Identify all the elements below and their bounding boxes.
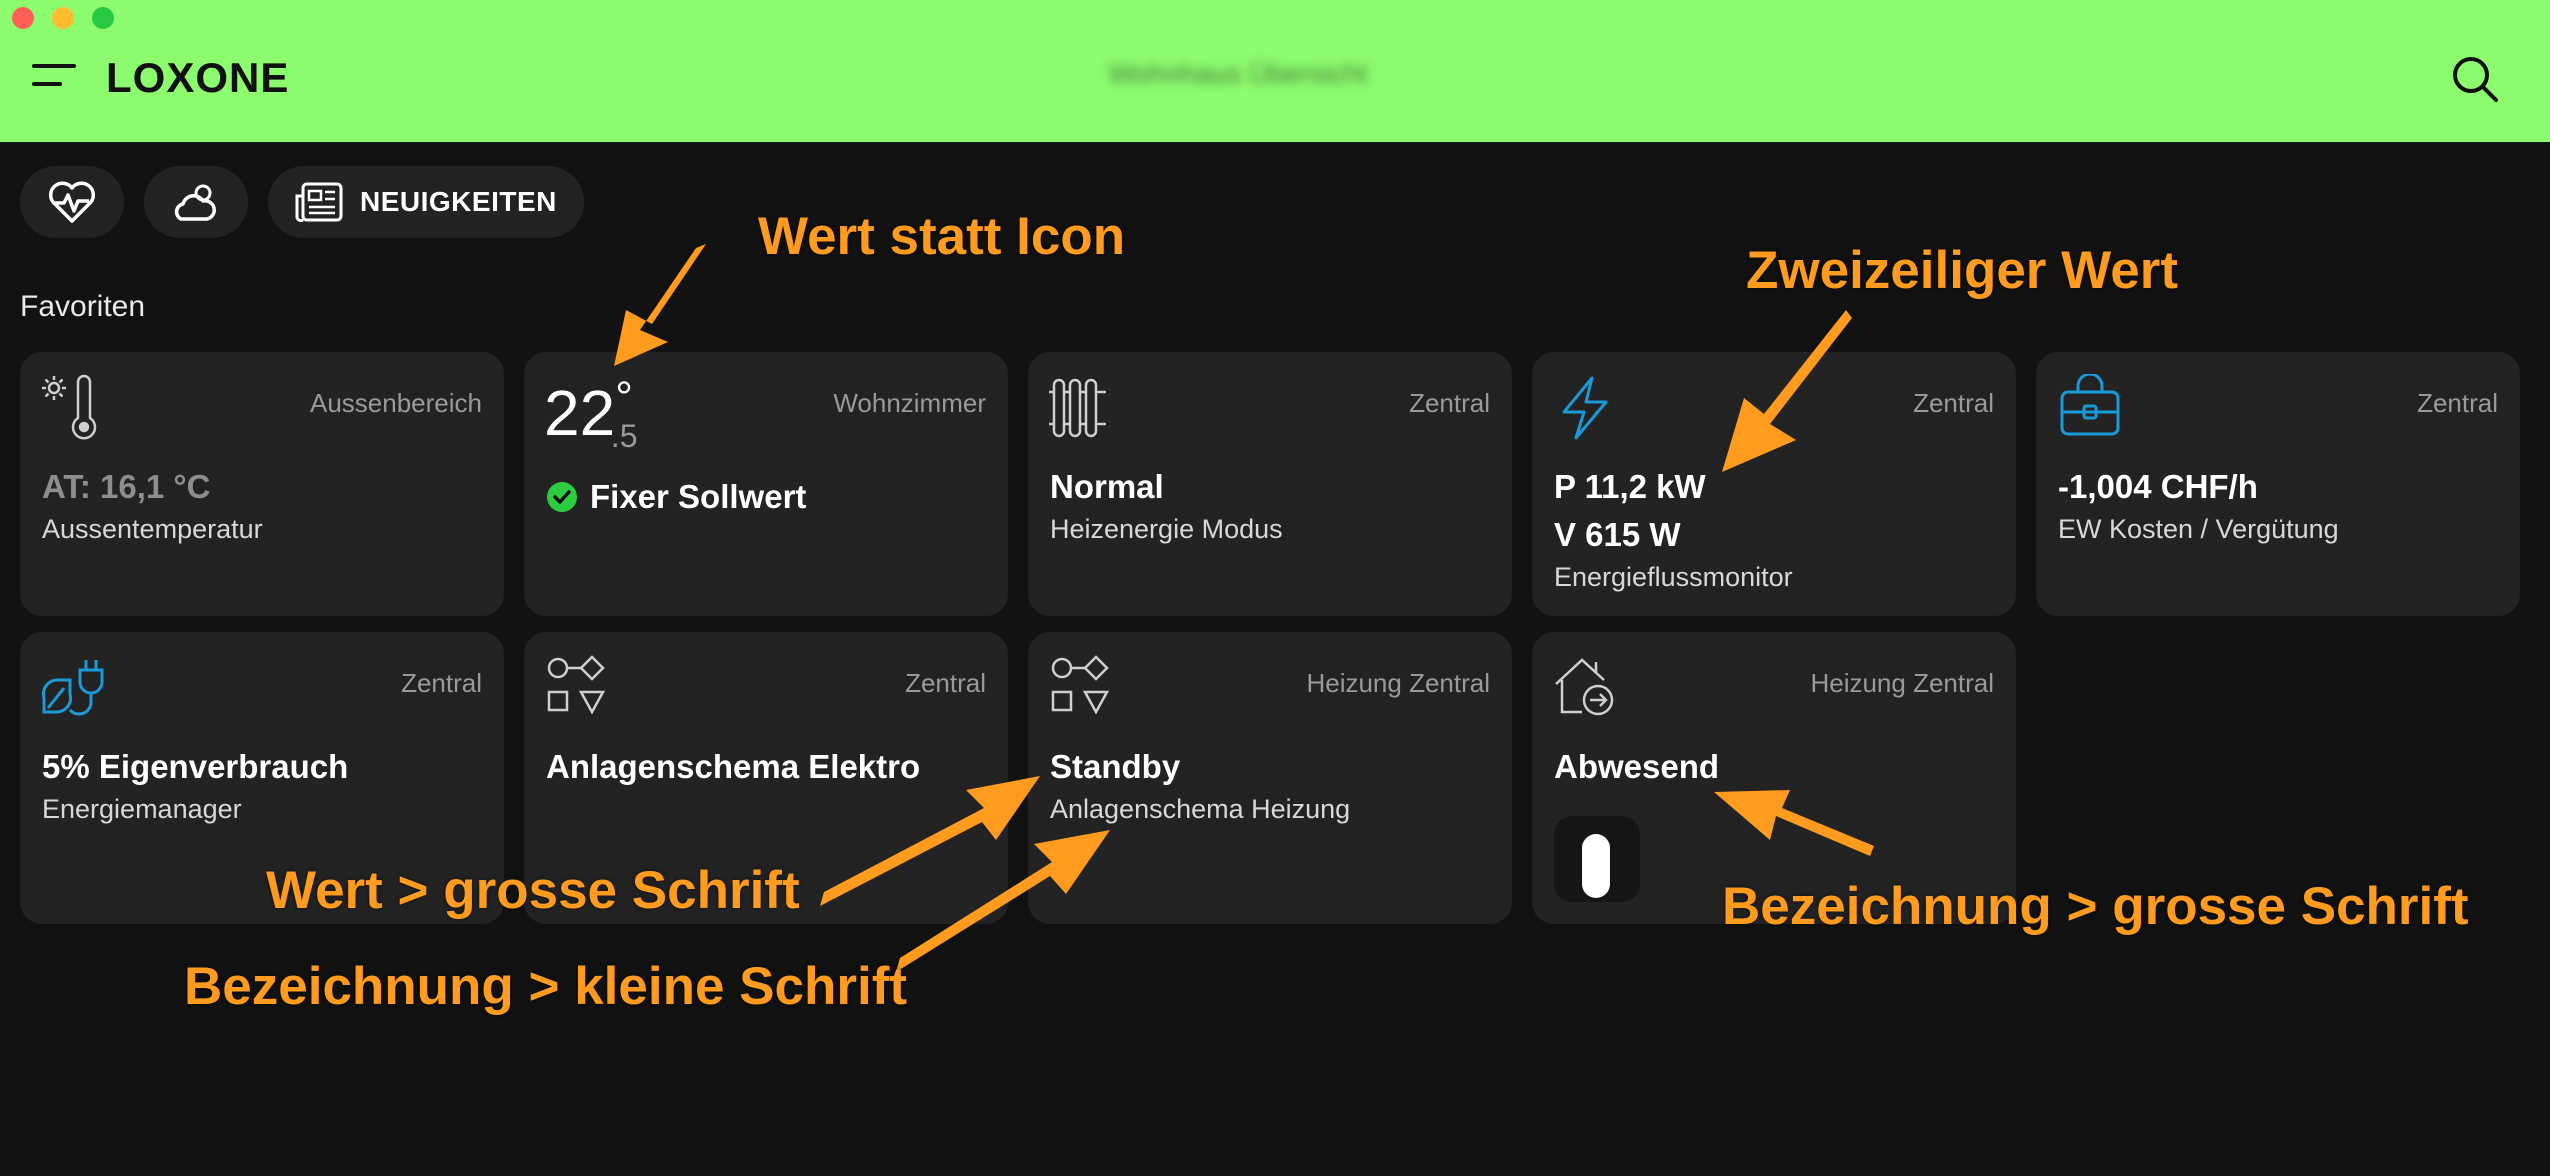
weather-icon — [174, 184, 216, 221]
card-room: Heizung Zentral — [1306, 668, 1490, 698]
card-room: Zentral — [2417, 388, 2498, 418]
card-anlagenschema-heizung[interactable]: Heizung Zentral Standby Anlagenschema He… — [1028, 632, 1512, 924]
card-value: Anlagenschema Elektro — [546, 748, 921, 785]
house-name: Wohnhaus Übersicht — [1108, 58, 1368, 89]
card-value: Standby — [1050, 748, 1181, 785]
card-value: 5% Eigenverbrauch — [42, 748, 349, 785]
temperature-integer: 22 — [544, 377, 616, 449]
favorites-title: Favoriten — [20, 290, 146, 323]
card-wohnzimmer[interactable]: Wohnzimmer 22 ° .5 Fixer Sollwert — [524, 352, 1008, 616]
card-room: Wohnzimmer — [833, 388, 986, 418]
card-room: Zentral — [1409, 388, 1490, 418]
health-button[interactable] — [20, 166, 124, 238]
temperature-degree: ° — [615, 373, 633, 422]
search-icon[interactable] — [2450, 54, 2500, 104]
toggle-knob[interactable] — [1582, 834, 1610, 898]
card-value: Fixer Sollwert — [590, 478, 807, 515]
card-room: Aussenbereich — [310, 388, 482, 418]
card-name: Energieflussmonitor — [1554, 562, 1793, 592]
card-name: EW Kosten / Vergütung — [2058, 514, 2339, 544]
temperature-decimal: .5 — [610, 418, 638, 454]
menu-icon[interactable] — [32, 62, 76, 92]
card-room: Heizung Zentral — [1810, 668, 1994, 698]
card-heizenergie[interactable]: Zentral Normal Heizenergie Modus — [1028, 352, 1512, 616]
card-aussentemperatur[interactable]: Aussenbereich AT: 16,1 °C Aussentemperat… — [20, 352, 504, 616]
money-bag-icon — [2056, 372, 2124, 442]
window-minimize-button[interactable] — [52, 7, 74, 29]
lightning-icon — [1552, 374, 1620, 442]
window-close-button[interactable] — [12, 7, 34, 29]
sun-thermometer-icon — [40, 374, 108, 442]
house-leave-icon — [1552, 654, 1620, 722]
weather-button[interactable] — [144, 166, 248, 238]
card-name: Heizenergie Modus — [1050, 514, 1283, 544]
card-name: Anlagenschema Heizung — [1050, 794, 1351, 824]
arrow-wert-statt-icon — [614, 244, 706, 366]
shapes-icon — [1048, 654, 1116, 722]
card-ew-kosten[interactable]: Zentral -1,004 CHF/h EW Kosten / Vergütu… — [2036, 352, 2520, 616]
app-logo: LOXONE — [106, 54, 290, 101]
check-circle-icon — [547, 482, 577, 512]
card-value: Normal — [1050, 468, 1164, 505]
news-button[interactable]: NEUIGKEITEN — [268, 166, 584, 238]
card-value-line1: P 11,2 kW — [1554, 468, 1706, 505]
card-value: -1,004 CHF/h — [2058, 468, 2258, 505]
annotation-bezeichnung-gross: Bezeichnung > grosse Schrift — [1722, 877, 2469, 936]
card-room: Zentral — [401, 668, 482, 698]
card-value: Abwesend — [1554, 748, 1720, 785]
annotation-wert-statt-icon: Wert statt Icon — [758, 207, 1126, 266]
newspaper-icon — [295, 182, 343, 223]
heart-pulse-icon — [48, 181, 96, 223]
card-name: Energiemanager — [42, 794, 242, 824]
card-value: AT: 16,1 °C — [42, 468, 211, 505]
annotation-zweizeilig: Zweizeiliger Wert — [1746, 241, 2178, 300]
presence-toggle[interactable] — [1554, 816, 1640, 902]
card-value-line2: V 615 W — [1554, 516, 1681, 553]
temperature-display: 22 ° .5 — [544, 373, 637, 453]
annotation-bezeichnung-klein: Bezeichnung > kleine Schrift — [184, 957, 908, 1016]
card-energieflussmonitor[interactable]: Zentral P 11,2 kW V 615 W Energieflussmo… — [1532, 352, 2016, 616]
app-header: LOXONE Wohnhaus Übersicht — [0, 0, 2550, 142]
card-status: Fixer Sollwert — [546, 478, 806, 516]
card-room: Zentral — [905, 668, 986, 698]
news-label: NEUIGKEITEN — [360, 186, 557, 217]
card-room: Zentral — [1913, 388, 1994, 418]
radiator-icon — [1048, 374, 1116, 442]
card-name: Aussentemperatur — [42, 514, 263, 544]
shapes-icon — [544, 654, 612, 722]
eco-plug-icon — [40, 654, 108, 722]
window-zoom-button[interactable] — [92, 7, 114, 29]
annotation-wert-gross: Wert > grosse Schrift — [266, 861, 800, 920]
